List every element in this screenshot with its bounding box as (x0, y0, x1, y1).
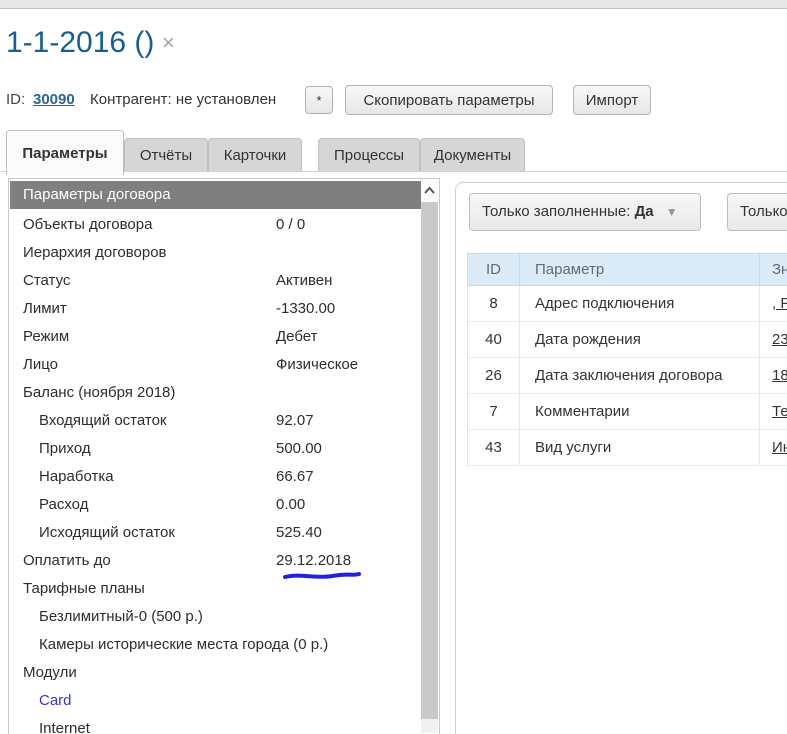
contract-page: 1-1-2016 () × ID: 30090 Контрагент: не у… (0, 0, 787, 734)
counterparty-label: Контрагент: не установлен (90, 91, 276, 108)
params-section-header[interactable]: Параметры договора (10, 181, 422, 209)
col-header-value[interactable]: Значение (760, 254, 787, 286)
table-row[interactable]: 7 Комментарии Те (468, 394, 787, 430)
col-header-param[interactable]: Параметр (520, 254, 760, 286)
table-row[interactable]: 8 Адрес подключения , Р (468, 286, 787, 322)
scrollbar-thumb[interactable] (421, 202, 438, 719)
page-title: 1-1-2016 () (6, 26, 154, 60)
tab-reports[interactable]: Отчёты (124, 138, 208, 171)
param-row-pay-until[interactable]: Оплатить до 29.12.2018 (10, 547, 422, 575)
param-group-modules[interactable]: Модули (10, 659, 422, 687)
param-row-objects[interactable]: Объекты договора0 / 0 (10, 211, 422, 239)
top-strip (0, 0, 787, 9)
meta-row: ID: 30090 Контрагент: не установлен * Ск… (0, 85, 787, 115)
close-icon[interactable]: × (162, 32, 175, 54)
star-button[interactable]: * (305, 86, 333, 114)
param-row-limit[interactable]: Лимит-1330.00 (10, 295, 422, 323)
param-row-tariff-cameras[interactable]: Камеры исторические места города (0 р.) (10, 631, 422, 659)
scrollbar-up-arrow-icon[interactable] (421, 180, 438, 202)
param-row-status[interactable]: СтатусАктивен (10, 267, 422, 295)
param-row-mode[interactable]: РежимДебет (10, 323, 422, 351)
module-row-internet[interactable]: Internet (10, 715, 422, 734)
module-link-card[interactable]: Card (10, 687, 422, 715)
copy-params-button[interactable]: Скопировать параметры (345, 85, 553, 115)
table-row[interactable]: 26 Дата заключения договора 18 (468, 358, 787, 394)
left-panel-scrollbar[interactable] (421, 180, 438, 733)
contract-id-link[interactable]: 30090 (33, 91, 75, 108)
filter-second-dropdown[interactable]: Только (727, 193, 787, 231)
tab-cards[interactable]: Карточки (208, 138, 302, 171)
import-button[interactable]: Импорт (573, 85, 651, 115)
contract-params-panel: Параметры договора Объекты договора0 / 0… (8, 178, 440, 734)
param-value-link[interactable]: Те (772, 403, 787, 420)
tab-processes[interactable]: Процессы (318, 138, 420, 171)
param-value-link[interactable]: 18 (772, 367, 787, 384)
param-row-outgoing-balance[interactable]: Исходящий остаток525.40 (10, 519, 422, 547)
param-value-link[interactable]: 23 (772, 331, 787, 348)
col-header-id[interactable]: ID (468, 254, 520, 286)
param-group-tariff-plans[interactable]: Тарифные планы (10, 575, 422, 603)
filter-only-filled-dropdown[interactable]: Только заполненные: Да ▼ (469, 193, 701, 231)
param-row-income[interactable]: Приход500.00 (10, 435, 422, 463)
param-row-expense[interactable]: Расход0.00 (10, 491, 422, 519)
table-header-row: ID Параметр Значение (468, 254, 787, 286)
tab-parameters[interactable]: Параметры (6, 130, 124, 175)
param-row-incoming-balance[interactable]: Входящий остаток92.07 (10, 407, 422, 435)
table-row[interactable]: 43 Вид услуги Ин (468, 430, 787, 466)
table-row[interactable]: 40 Дата рождения 23 (468, 322, 787, 358)
param-value-link[interactable]: Ин (772, 439, 787, 456)
param-value-link[interactable]: , Р (772, 295, 787, 312)
param-row-tariff-unlimited[interactable]: Безлимитный-0 (500 р.) (10, 603, 422, 631)
param-values-panel: Только заполненные: Да ▼ Только ID Парам… (455, 182, 787, 734)
param-row-earned[interactable]: Наработка66.67 (10, 463, 422, 491)
chevron-down-icon: ▼ (666, 205, 678, 219)
tab-documents[interactable]: Документы (420, 138, 525, 171)
param-group-balance[interactable]: Баланс (ноября 2018) (10, 379, 422, 407)
param-row-hierarchy[interactable]: Иерархия договоров (10, 239, 422, 267)
params-list: Объекты договора0 / 0 Иерархия договоров… (10, 211, 422, 734)
id-label: ID: (6, 91, 25, 108)
param-row-person[interactable]: ЛицоФизическое (10, 351, 422, 379)
parameters-table: ID Параметр Значение 8 Адрес подключения… (467, 253, 787, 466)
